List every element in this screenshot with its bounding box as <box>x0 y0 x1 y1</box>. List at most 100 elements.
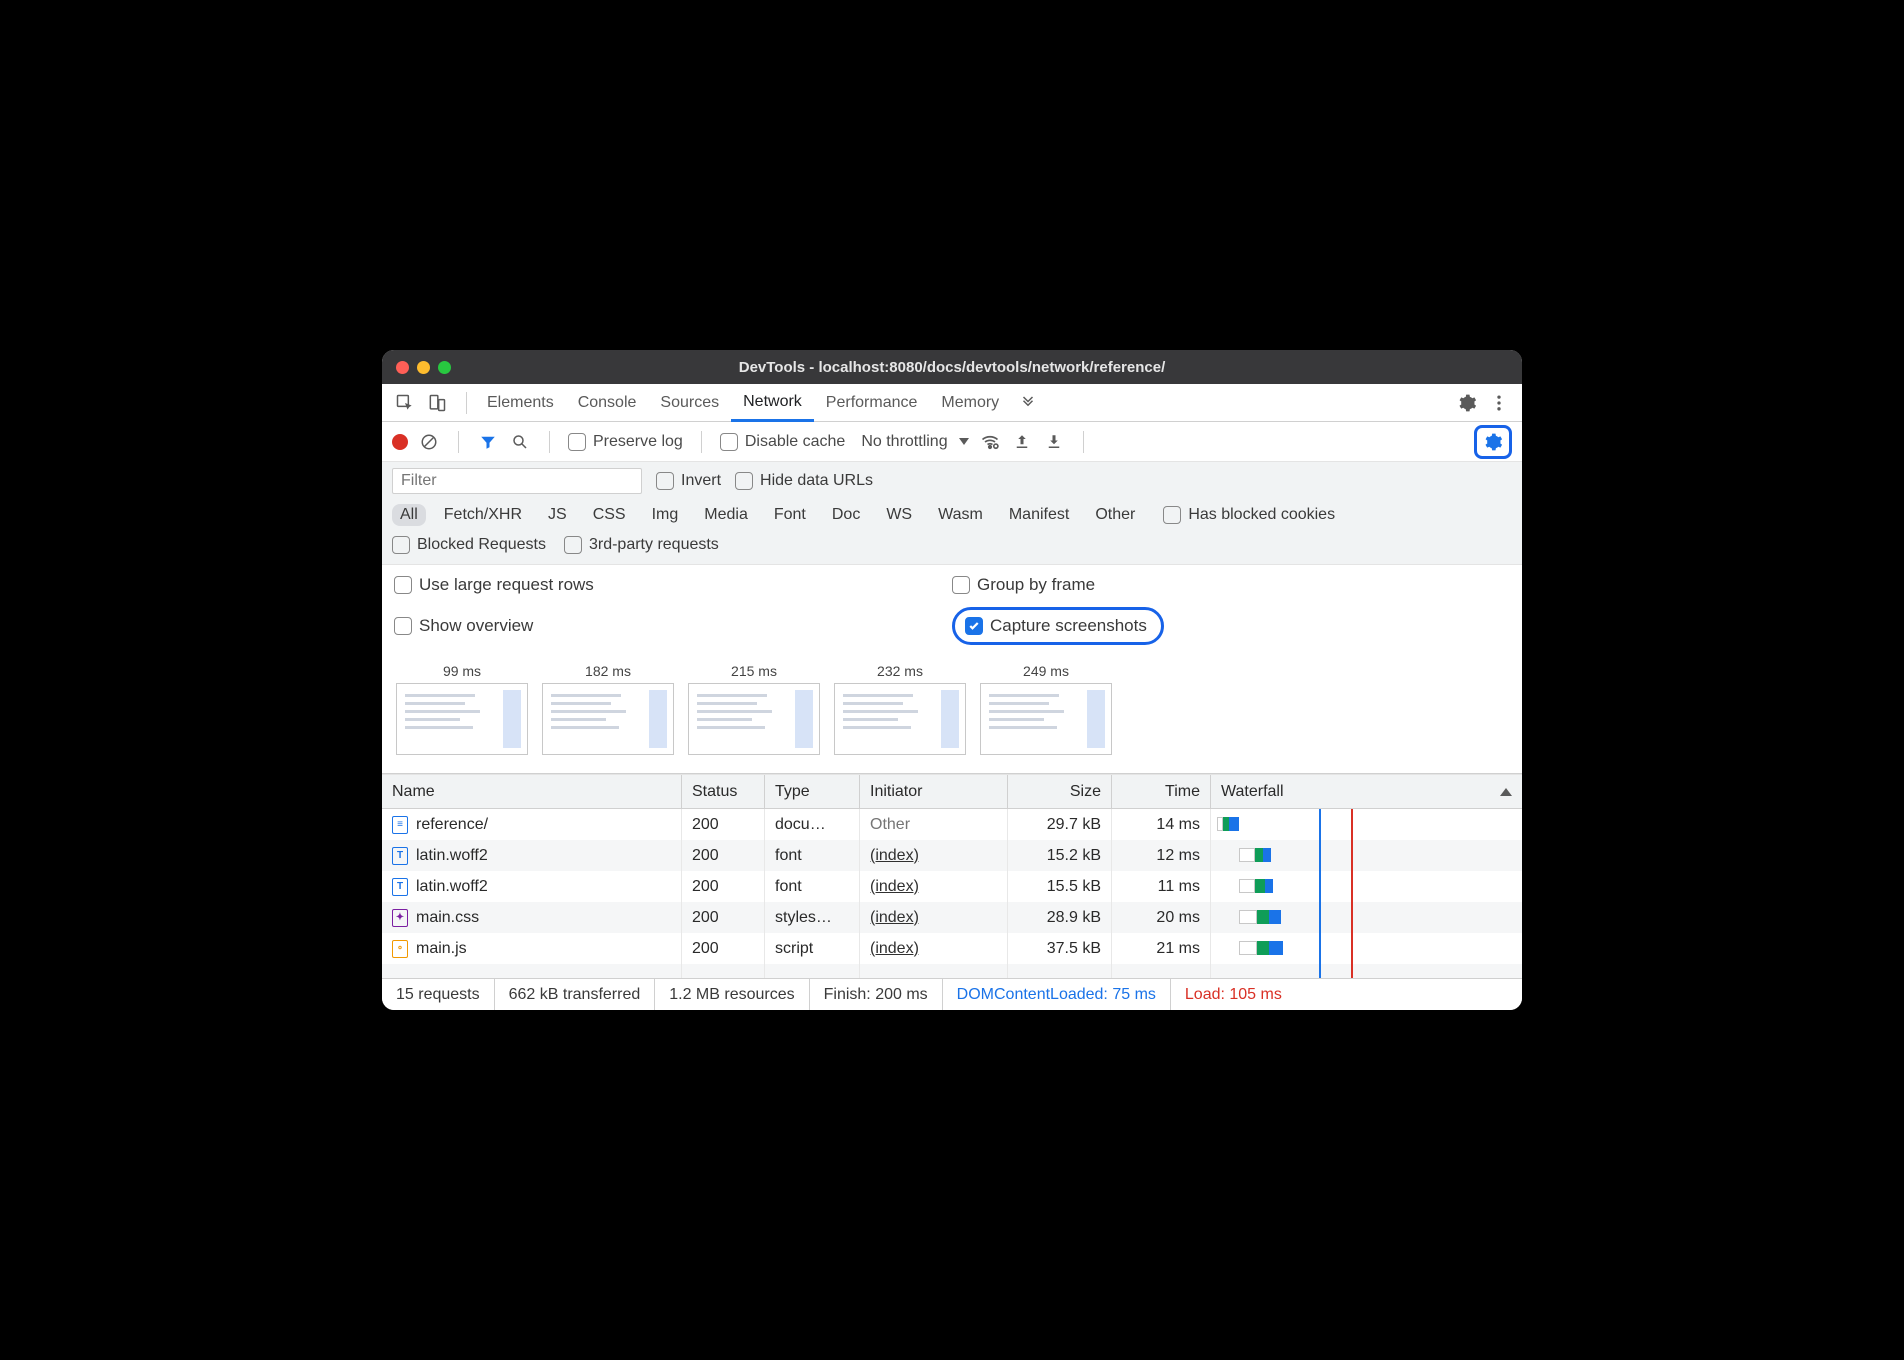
request-time: 20 ms <box>1156 909 1200 927</box>
third-party-checkbox[interactable]: 3rd-party requests <box>564 536 719 554</box>
dropdown-caret-icon <box>959 438 969 445</box>
titlebar: DevTools - localhost:8080/docs/devtools/… <box>382 350 1522 384</box>
filmstrip-thumbnail <box>688 683 820 755</box>
kebab-menu-icon[interactable] <box>1488 392 1510 414</box>
filmstrip-frame[interactable]: 249 ms <box>980 663 1112 755</box>
filmstrip-frame[interactable]: 99 ms <box>396 663 528 755</box>
footer-requests: 15 requests <box>382 979 495 1010</box>
zoom-window-button[interactable] <box>438 361 451 374</box>
request-size: 28.9 kB <box>1047 909 1101 927</box>
search-icon[interactable] <box>509 431 531 453</box>
filter-type-ws[interactable]: WS <box>878 504 920 526</box>
devtools-window: DevTools - localhost:8080/docs/devtools/… <box>382 350 1522 1010</box>
filter-type-all[interactable]: All <box>392 504 426 526</box>
show-overview-checkbox[interactable]: Show overview <box>394 607 952 645</box>
record-button-icon[interactable] <box>392 434 408 450</box>
filter-type-manifest[interactable]: Manifest <box>1001 504 1077 526</box>
tab-label: Sources <box>660 394 719 412</box>
request-type: docu… <box>775 816 826 834</box>
filter-type-media[interactable]: Media <box>696 504 756 526</box>
download-har-icon[interactable] <box>1043 431 1065 453</box>
filter-type-font[interactable]: Font <box>766 504 814 526</box>
large-rows-checkbox[interactable]: Use large request rows <box>394 575 952 595</box>
filmstrip-frame[interactable]: 215 ms <box>688 663 820 755</box>
request-name: latin.woff2 <box>416 878 488 896</box>
col-header-status[interactable]: Status <box>682 775 765 808</box>
filter-type-doc[interactable]: Doc <box>824 504 868 526</box>
filter-type-css[interactable]: CSS <box>585 504 634 526</box>
col-header-initiator[interactable]: Initiator <box>860 775 1008 808</box>
upload-har-icon[interactable] <box>1011 431 1033 453</box>
inspect-element-icon[interactable] <box>394 392 416 414</box>
footer-transferred: 662 kB transferred <box>495 979 656 1010</box>
invert-checkbox[interactable]: Invert <box>656 472 721 490</box>
hide-data-urls-label: Hide data URLs <box>760 472 873 490</box>
sort-ascending-icon <box>1500 788 1512 796</box>
request-status: 200 <box>692 878 719 896</box>
has-blocked-cookies-checkbox[interactable]: Has blocked cookies <box>1163 506 1335 524</box>
filmstrip-timestamp: 182 ms <box>585 663 631 679</box>
hide-data-urls-checkbox[interactable]: Hide data URLs <box>735 472 873 490</box>
close-window-button[interactable] <box>396 361 409 374</box>
tab-console[interactable]: Console <box>566 384 649 421</box>
col-header-type[interactable]: Type <box>765 775 860 808</box>
network-settings-highlight <box>1474 425 1512 459</box>
col-header-waterfall[interactable]: Waterfall <box>1211 775 1522 808</box>
has-blocked-cookies-label: Has blocked cookies <box>1188 506 1335 524</box>
col-header-time[interactable]: Time <box>1112 775 1211 808</box>
filter-type-other[interactable]: Other <box>1087 504 1143 526</box>
disable-cache-checkbox[interactable]: Disable cache <box>720 433 846 451</box>
filmstrip-thumbnail <box>834 683 966 755</box>
preserve-log-checkbox[interactable]: Preserve log <box>568 433 683 451</box>
filmstrip-frame[interactable]: 182 ms <box>542 663 674 755</box>
request-initiator[interactable]: (index) <box>870 909 919 927</box>
network-settings-gear-icon[interactable] <box>1482 431 1504 453</box>
tab-network[interactable]: Network <box>731 385 814 422</box>
more-tabs-chevron-icon[interactable] <box>1017 392 1039 414</box>
tab-memory[interactable]: Memory <box>929 384 1011 421</box>
capture-screenshots-checkbox[interactable]: Capture screenshots <box>965 616 1147 636</box>
blocked-requests-checkbox[interactable]: Blocked Requests <box>392 536 546 554</box>
settings-gear-icon[interactable] <box>1456 392 1478 414</box>
request-waterfall-cell <box>1211 809 1522 840</box>
request-name: main.css <box>416 909 479 927</box>
col-header-size[interactable]: Size <box>1008 775 1112 808</box>
request-name: latin.woff2 <box>416 847 488 865</box>
tab-sources[interactable]: Sources <box>648 384 731 421</box>
request-initiator[interactable]: (index) <box>870 878 919 896</box>
filter-funnel-icon[interactable] <box>477 431 499 453</box>
network-settings-panel: Use large request rows Group by frame Sh… <box>382 565 1522 775</box>
footer-load: Load: 105 ms <box>1171 979 1296 1010</box>
throttling-dropdown[interactable]: No throttling <box>861 433 968 451</box>
filter-type-js[interactable]: JS <box>540 504 575 526</box>
group-by-frame-label: Group by frame <box>977 575 1095 595</box>
request-time: 14 ms <box>1156 816 1200 834</box>
filter-type-fetchxhr[interactable]: Fetch/XHR <box>436 504 530 526</box>
request-type: styles… <box>775 909 832 927</box>
filmstrip-frame[interactable]: 232 ms <box>834 663 966 755</box>
device-toolbar-icon[interactable] <box>426 392 448 414</box>
request-time: 21 ms <box>1156 940 1200 958</box>
third-party-label: 3rd-party requests <box>589 536 719 554</box>
blocked-requests-label: Blocked Requests <box>417 536 546 554</box>
filmstrip: 99 ms 182 ms 215 ms232 ms249 ms <box>382 655 1522 774</box>
filmstrip-thumbnail <box>542 683 674 755</box>
tab-performance[interactable]: Performance <box>814 384 930 421</box>
tab-elements[interactable]: Elements <box>475 384 566 421</box>
group-by-frame-checkbox[interactable]: Group by frame <box>952 575 1510 595</box>
network-conditions-wifi-icon[interactable] <box>979 431 1001 453</box>
request-name: main.js <box>416 940 467 958</box>
window-title: DevTools - localhost:8080/docs/devtools/… <box>382 359 1522 376</box>
filter-input[interactable] <box>392 468 642 494</box>
filmstrip-timestamp: 99 ms <box>443 663 481 679</box>
col-header-name[interactable]: Name <box>382 775 682 808</box>
filter-type-img[interactable]: Img <box>644 504 687 526</box>
request-type: script <box>775 940 813 958</box>
request-status: 200 <box>692 847 719 865</box>
minimize-window-button[interactable] <box>417 361 430 374</box>
clear-icon[interactable] <box>418 431 440 453</box>
load-marker <box>1351 809 1353 978</box>
filter-type-wasm[interactable]: Wasm <box>930 504 991 526</box>
request-initiator[interactable]: (index) <box>870 847 919 865</box>
request-initiator[interactable]: (index) <box>870 940 919 958</box>
